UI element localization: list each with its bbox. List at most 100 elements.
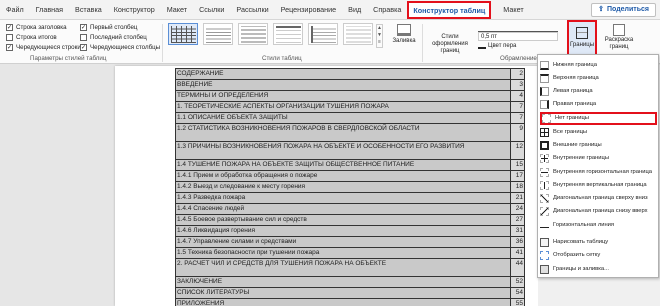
tab-layout[interactable]: Макет <box>161 0 193 20</box>
toc-entry-title: 1.4.7 Управление силами и средствами <box>177 238 297 245</box>
borders-menu-item[interactable]: Отобразить сетку <box>540 249 657 262</box>
total-row-checkbox[interactable]: Строка итогов <box>6 34 57 41</box>
toc-row[interactable]: 1.4.5 Боевое развертывание сил и средств… <box>175 214 526 226</box>
toc-row[interactable]: 1.2 СТАТИСТИКА ВОЗНИКНОВЕНИЯ ПОЖАРОВ В С… <box>175 123 526 142</box>
borders-menu-item[interactable]: Диагональная граница сверху вниз <box>540 192 657 205</box>
style-preview <box>311 26 336 43</box>
table-styles-group-label: Стили таблиц <box>262 55 302 62</box>
pen-weight-select[interactable]: 0,5 пт <box>478 32 558 41</box>
tab-view[interactable]: Вид <box>342 0 367 20</box>
toc-entry-text[interactable]: СПИСОК ЛИТЕРАТУРЫ <box>175 287 511 299</box>
tab-file[interactable]: Файл <box>0 0 30 20</box>
table-style-grid[interactable] <box>168 23 198 45</box>
toc-row[interactable]: 1.4.7 Управление силами и средствами 36 <box>175 236 526 248</box>
borders-menu-item[interactable]: Нижняя граница <box>540 59 657 72</box>
tab-table-layout[interactable]: Макет <box>497 0 529 20</box>
toc-entry-text[interactable]: 1.4.5 Боевое развертывание сил и средств <box>175 214 511 226</box>
toc-entry-text[interactable]: 1.1 ОПИСАНИЕ ОБЪЕКТА ЗАЩИТЫ <box>175 112 511 124</box>
borders-menu-item[interactable]: Верхняя граница <box>540 72 657 85</box>
table-style-plain-3[interactable] <box>273 23 303 45</box>
borders-menu-item[interactable]: Нет границы <box>540 112 657 125</box>
tab-review[interactable]: Рецензирование <box>275 0 343 20</box>
toc-entry-text[interactable]: ВВЕДЕНИЕ <box>175 79 511 91</box>
tab-design[interactable]: Конструктор <box>108 0 161 20</box>
toc-entry-text[interactable]: 1. ТЕОРЕТИЧЕСКИЕ АСПЕКТЫ ОРГАНИЗАЦИИ ТУШ… <box>175 101 511 113</box>
share-button[interactable]: ⇪ Поделиться <box>591 3 656 17</box>
borders-menu-item[interactable]: Горизонтальная линия <box>540 219 657 232</box>
toc-row[interactable]: 1.4 ТУШЕНИЕ ПОЖАРА НА ОБЪЕКТЕ ЗАЩИТЫ ОБЩ… <box>175 159 526 171</box>
toc-entry-text[interactable]: 1.4.1 Прием и обработка обращения о пожа… <box>175 170 511 182</box>
borders-menu-item-label: Верхняя граница <box>553 75 599 82</box>
toc-entry-text[interactable]: ЗАКЛЮЧЕНИЕ <box>175 276 511 288</box>
border-painter-button[interactable]: Раскраска границ <box>600 24 638 51</box>
header-row-checkbox[interactable]: ✓ Строка заголовка <box>6 24 67 31</box>
toc-entry-text[interactable]: ТЕРМИНЫ И ОПРЕДЕЛЕНИЯ <box>175 90 511 102</box>
shading-label: Заливка <box>392 38 416 44</box>
borders-menu-item[interactable]: Диагональная граница снизу вверх <box>540 205 657 218</box>
toc-row[interactable]: 1.4.4 Спасение людей 24 <box>175 203 526 215</box>
banded-columns-checkbox[interactable]: ✓ Чередующиеся столбцы <box>80 44 160 51</box>
borders-menu-item[interactable]: Правая граница <box>540 98 657 111</box>
shading-button[interactable]: Заливка <box>390 24 418 44</box>
toc-entry-text[interactable]: 1.4.4 Спасение людей <box>175 203 511 215</box>
tab-references[interactable]: Ссылки <box>193 0 230 20</box>
toc-row[interactable]: 1. ТЕОРЕТИЧЕСКИЕ АСПЕКТЫ ОРГАНИЗАЦИИ ТУШ… <box>175 101 526 113</box>
toc-row[interactable]: СПИСОК ЛИТЕРАТУРЫ 54 <box>175 287 526 299</box>
checkbox-label: Первый столбец <box>90 24 138 31</box>
toc-row[interactable]: 1.4.3 Разведка пожара 21 <box>175 192 526 204</box>
toc-entry-text[interactable]: ПРИЛОЖЕНИЯ <box>175 298 511 306</box>
border-styles-button[interactable]: Стили оформления границ <box>426 34 474 55</box>
toc-row[interactable]: 1.5 Техника безопасности при тушении пож… <box>175 247 526 259</box>
toc-row[interactable]: 2. РАСЧЕТ ЧИЛ И СРЕДСТВ ДЛЯ ТУШЕНИЯ ПОЖА… <box>175 258 526 277</box>
diagonal-up-border-icon <box>540 206 549 216</box>
table-style-plain-5[interactable] <box>343 23 373 45</box>
toc-entry-text[interactable]: 2. РАСЧЕТ ЧИЛ И СРЕДСТВ ДЛЯ ТУШЕНИЯ ПОЖА… <box>175 258 511 277</box>
borders-menu-item[interactable]: Левая граница <box>540 85 657 98</box>
borders-menu-item[interactable]: Все границы <box>540 126 657 139</box>
toc-row[interactable]: 1.1 ОПИСАНИЕ ОБЪЕКТА ЗАЩИТЫ 7 <box>175 112 526 124</box>
toc-entry-text[interactable]: 1.4 ТУШЕНИЕ ПОЖАРА НА ОБЪЕКТЕ ЗАЩИТЫ ОБЩ… <box>175 159 511 171</box>
borders-menu-item[interactable]: Внутренние границы <box>540 152 657 165</box>
first-column-checkbox[interactable]: ✓ Первый столбец <box>80 24 137 31</box>
pen-color-button[interactable]: Цвет пера <box>478 43 516 49</box>
borders-menu-item[interactable]: Внутренняя вертикальная граница <box>540 179 657 192</box>
toc-entry-text[interactable]: 1.2 СТАТИСТИКА ВОЗНИКНОВЕНИЯ ПОЖАРОВ В С… <box>175 123 511 142</box>
toc-entry-text[interactable]: 1.4.6 Ликвидация горения <box>175 225 511 237</box>
pen-color-label: Цвет пера <box>488 43 517 49</box>
toc-entry-text[interactable]: 1.5 Техника безопасности при тушении пож… <box>175 247 511 259</box>
borders-menu-item[interactable]: Внешние границы <box>540 139 657 152</box>
toc-table[interactable]: СОДЕРЖАНИЕ 2 ВВЕДЕНИЕ 3 ТЕРМИНЫ И ОПРЕДЕЛЕНИ… <box>175 68 526 306</box>
tab-mailings[interactable]: Рассылки <box>230 0 274 20</box>
tab-home[interactable]: Главная <box>30 0 69 20</box>
toc-entry-text[interactable]: 1.4.2 Выезд и следование к месту горения <box>175 181 511 193</box>
tab-insert[interactable]: Вставка <box>69 0 108 20</box>
borders-menu-item[interactable]: Внутренняя горизонтальная граница <box>540 166 657 179</box>
tab-table-design[interactable]: Конструктор таблиц <box>407 1 492 19</box>
style-preview <box>346 26 371 43</box>
last-column-checkbox[interactable]: Последний столбец <box>80 34 147 41</box>
gallery-scroll[interactable]: ▲ ▼ ≡ <box>376 24 383 48</box>
toc-row[interactable]: ПРИЛОЖЕНИЯ 55 <box>175 298 526 306</box>
toc-entry-text[interactable]: 1.4.7 Управление силами и средствами <box>175 236 511 248</box>
banded-rows-checkbox[interactable]: ✓ Чередующиеся строки <box>6 44 81 51</box>
toc-row[interactable]: 1.4.6 Ликвидация горения 31 <box>175 225 526 237</box>
toc-row[interactable]: ЗАКЛЮЧЕНИЕ 52 <box>175 276 526 288</box>
table-style-plain-4[interactable] <box>308 23 338 45</box>
toc-entry-text[interactable]: 1.3 ПРИЧИНЫ ВОЗНИКНОВЕНИЯ ПОЖАРА НА ОБЪЕ… <box>175 141 511 160</box>
table-style-plain-2[interactable] <box>238 23 268 45</box>
toc-row[interactable]: 1.4.1 Прием и обработка обращения о пожа… <box>175 170 526 182</box>
outside-borders-icon <box>540 140 549 150</box>
toc-entry-text[interactable]: СОДЕРЖАНИЕ <box>175 68 511 80</box>
toc-entry-text[interactable]: 1.4.3 Разведка пожара <box>175 192 511 204</box>
toc-row[interactable]: 1.4.2 Выезд и следование к месту горения… <box>175 181 526 193</box>
borders-menu-item[interactable]: Границы и заливка... <box>540 263 657 276</box>
toc-row[interactable]: СОДЕРЖАНИЕ 2 <box>175 68 526 80</box>
table-style-plain-1[interactable] <box>203 23 233 45</box>
toc-row[interactable]: ВВЕДЕНИЕ 3 <box>175 79 526 91</box>
toc-row[interactable]: 1.3 ПРИЧИНЫ ВОЗНИКНОВЕНИЯ ПОЖАРА НА ОБЪЕ… <box>175 141 526 160</box>
toc-page-number: 21 <box>509 192 526 204</box>
borders-menu-item[interactable]: Нарисовать таблицу <box>540 236 657 249</box>
line-style-select[interactable] <box>478 24 558 32</box>
toc-row[interactable]: ТЕРМИНЫ И ОПРЕДЕЛЕНИЯ 4 <box>175 90 526 102</box>
tab-help[interactable]: Справка <box>367 0 407 20</box>
